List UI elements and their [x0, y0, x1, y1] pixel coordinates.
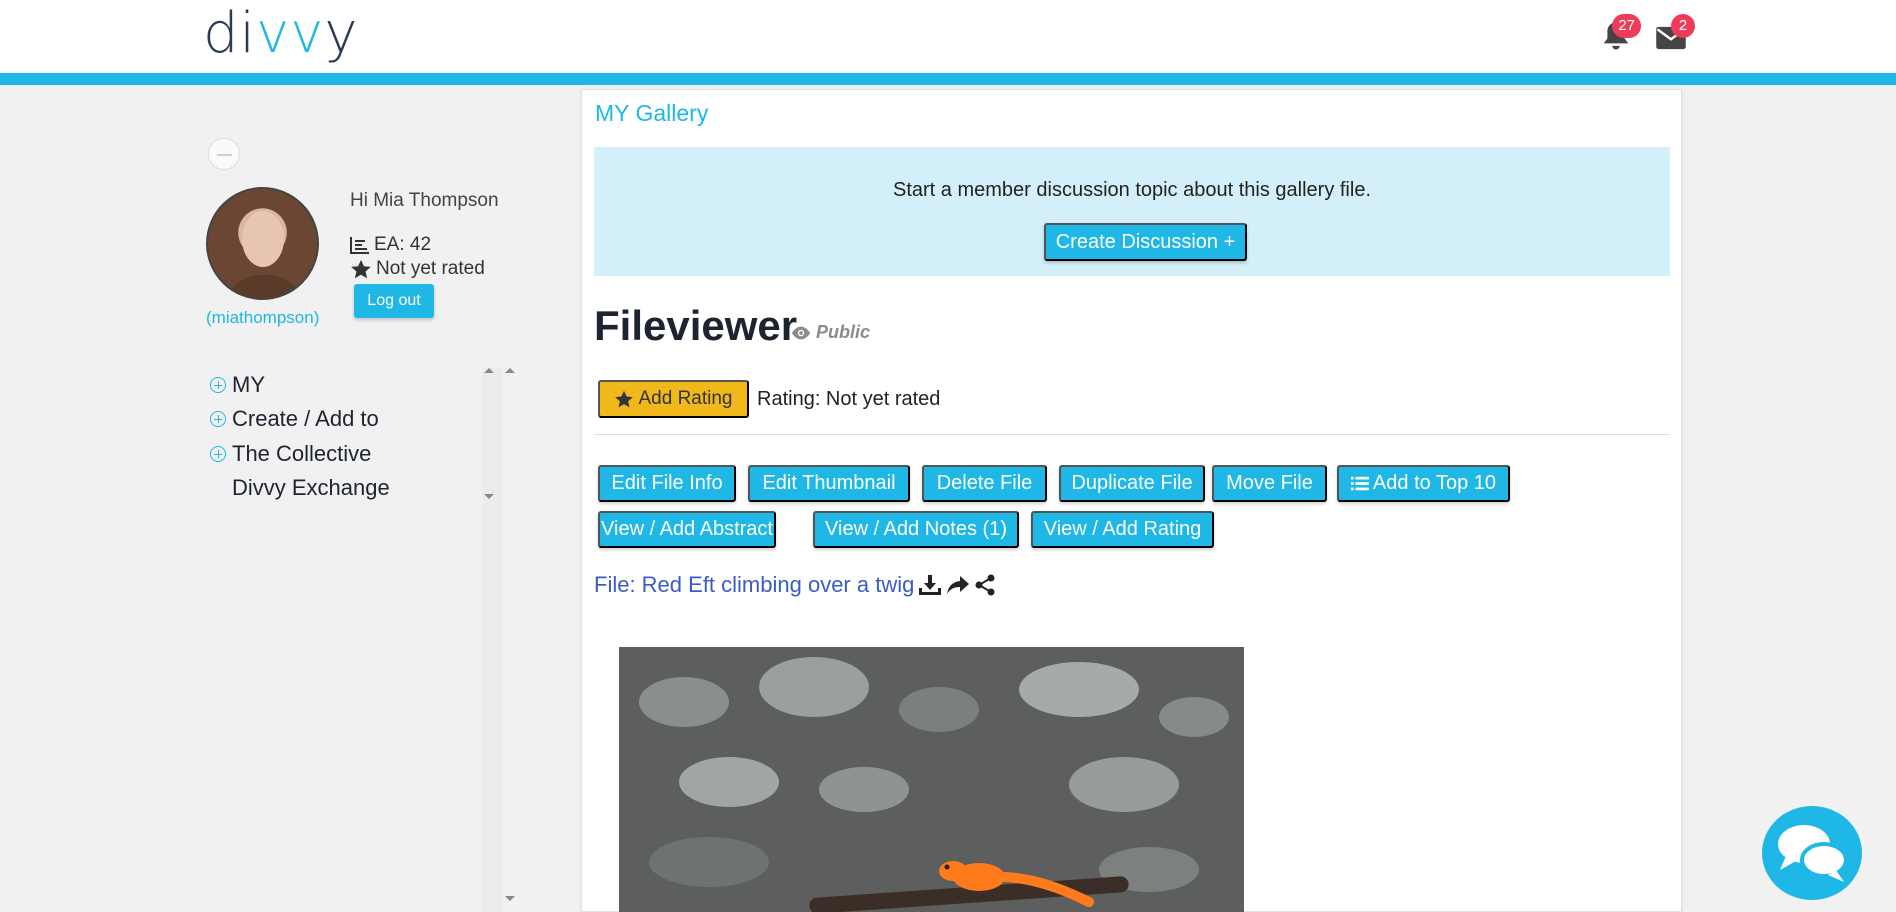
username-link[interactable]: (miathompson): [206, 308, 319, 328]
sidebar: (miathompson) Hi Mia Thompson EA: 42 Not…: [200, 130, 530, 912]
share-nodes-icon[interactable]: [974, 574, 996, 596]
edit-file-info-button[interactable]: Edit File Info: [598, 465, 736, 502]
avatar-face: [242, 211, 284, 267]
sidebar-item-create-add[interactable]: Create / Add to: [210, 402, 379, 436]
collapse-sidebar-button[interactable]: [208, 138, 240, 170]
scroll-up-arrow[interactable]: [505, 368, 515, 373]
sidebar-item-label: Divvy Exchange: [232, 475, 390, 500]
sidebar-item-collective[interactable]: The Collective: [210, 437, 371, 471]
scroll-down-arrow[interactable]: [505, 896, 515, 901]
bar-chart-icon: [350, 237, 369, 254]
file-name-link[interactable]: File: Red Eft climbing over a twig: [594, 572, 996, 598]
rock: [759, 657, 869, 717]
rock: [649, 837, 769, 887]
nav-scrollbar[interactable]: [482, 368, 502, 912]
divider: [594, 434, 1670, 435]
eye-icon: [791, 326, 811, 339]
rock: [1159, 697, 1229, 737]
messages-button[interactable]: 2: [1651, 14, 1695, 58]
add-rating-label: Add Rating: [638, 388, 733, 409]
rock: [899, 687, 979, 732]
expand-icon: [210, 446, 226, 462]
star-icon: [615, 390, 634, 408]
discussion-banner: Start a member discussion topic about th…: [594, 147, 1670, 276]
view-add-abstract-button[interactable]: View / Add Abstract: [598, 511, 776, 548]
delete-file-button[interactable]: Delete File: [922, 465, 1047, 502]
avatar[interactable]: [206, 187, 319, 300]
sidebar-item-my[interactable]: MY: [210, 368, 265, 402]
discussion-prompt: Start a member discussion topic about th…: [893, 179, 1371, 201]
top-header: divvy 27 2: [0, 0, 1896, 73]
chat-bubbles-icon: [1778, 825, 1848, 882]
rock: [679, 757, 779, 807]
rock: [639, 677, 729, 727]
notifications-button[interactable]: 27: [1597, 14, 1641, 58]
file-name: File: Red Eft climbing over a twig: [594, 572, 915, 597]
breadcrumb[interactable]: MY Gallery: [595, 100, 708, 127]
view-add-rating-button[interactable]: View / Add Rating: [1031, 511, 1214, 548]
logout-button[interactable]: Log out: [354, 284, 434, 318]
rating-status: Rating: Not yet rated: [757, 388, 941, 410]
divvy-logo[interactable]: divvy: [203, 0, 359, 68]
file-preview-image[interactable]: [619, 647, 1244, 912]
sidebar-item-label: Create / Add to: [232, 406, 379, 431]
move-file-button[interactable]: Move File: [1212, 465, 1327, 502]
visibility-badge: Public: [790, 322, 870, 343]
notifications-badge: 27: [1612, 14, 1641, 38]
main-card: MY Gallery Start a member discussion top…: [581, 89, 1682, 912]
messages-badge: 2: [1671, 14, 1695, 38]
list-icon: [1351, 476, 1369, 490]
header-stripe: [0, 73, 1896, 85]
rock: [819, 767, 909, 812]
add-to-top10-button[interactable]: Add to Top 10: [1337, 465, 1510, 502]
sidebar-item-label: MY: [232, 372, 265, 397]
share-arrow-icon[interactable]: [946, 574, 970, 596]
profile-rating: Not yet rated: [350, 258, 485, 280]
red-eft-salamander: [939, 861, 1094, 907]
avatar-shoulders: [222, 275, 307, 298]
logo-text: divvy: [203, 1, 359, 66]
chat-button[interactable]: [1762, 806, 1862, 900]
create-discussion-button[interactable]: Create Discussion +: [1044, 223, 1247, 261]
rock: [1019, 662, 1139, 717]
nav-scroll-down-arrow[interactable]: [484, 494, 494, 499]
expand-icon: [210, 411, 226, 427]
edit-thumbnail-button[interactable]: Edit Thumbnail: [748, 465, 910, 502]
sidebar-item-label: The Collective: [232, 441, 372, 466]
sidebar-nav: MY Create / Add to The Collective Divvy …: [200, 368, 530, 912]
star-icon: [351, 259, 371, 279]
page-title: Fileviewer: [594, 302, 798, 349]
add-rating-button[interactable]: Add Rating: [598, 380, 749, 418]
add-to-top10-label: Add to Top 10: [1372, 472, 1496, 494]
download-icon[interactable]: [918, 574, 942, 596]
rock: [1069, 757, 1179, 812]
sidebar-item-divvy-exchange[interactable]: Divvy Exchange: [210, 471, 390, 505]
expand-icon: [210, 377, 226, 393]
view-add-notes-button[interactable]: View / Add Notes (1): [813, 511, 1019, 548]
visibility-text: Public: [816, 322, 871, 342]
ea-score: EA: 42: [350, 234, 431, 256]
duplicate-file-button[interactable]: Duplicate File: [1059, 465, 1205, 502]
nav-scroll-up-arrow[interactable]: [484, 368, 494, 373]
profile-rating-text: Not yet rated: [376, 258, 485, 279]
greeting: Hi Mia Thompson: [350, 190, 499, 211]
ea-value: EA: 42: [374, 234, 432, 255]
